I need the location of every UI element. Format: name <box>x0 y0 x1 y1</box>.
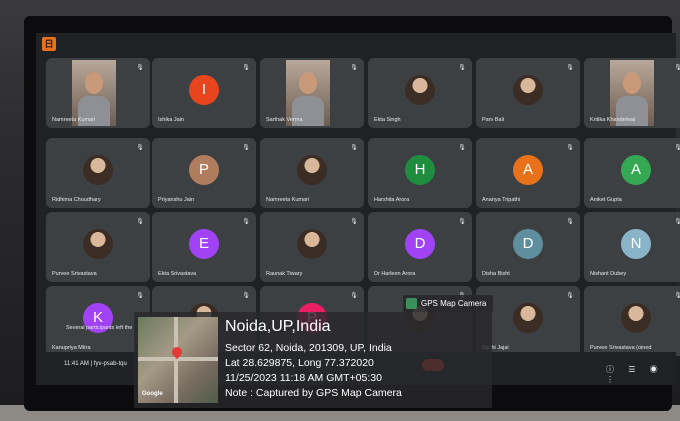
mic-muted-icon: 🎙 <box>350 65 358 71</box>
participant-tile[interactable]: 🎙 Ekta Singh <box>368 58 472 128</box>
mic-muted-icon: 🎙 <box>458 219 466 225</box>
participant-name: Ekta Singh <box>374 117 401 123</box>
participant-name: Kanupriya Mitra <box>52 345 91 351</box>
participant-avatar: H <box>405 154 435 185</box>
participant-tile[interactable]: E 🎙 Ekta Srivastava <box>152 212 256 282</box>
meeting-time-code: 11:41 AM | fyv-psab-tqu <box>64 361 127 367</box>
participant-name: Dr Harleen Arora <box>374 271 416 277</box>
gps-badge-label: GPS Map Camera <box>421 299 487 308</box>
mic-muted-icon: 🎙 <box>350 293 358 299</box>
participant-tile[interactable]: D 🎙 Disha Bisht <box>476 212 580 282</box>
mic-muted-icon: 🎙 <box>674 145 680 151</box>
participant-tile[interactable]: P 🎙 Priyanshu Jain <box>152 138 256 208</box>
gps-location-title: Noida,UP,India <box>225 318 331 335</box>
participant-tile[interactable]: A 🎙 Ananya Tripathi <box>476 138 580 208</box>
participant-tile[interactable]: 🎙 Kritika Khandelwal <box>584 58 680 128</box>
participant-name: Ananya Tripathi <box>482 197 521 203</box>
mic-muted-icon: 🎙 <box>566 145 574 151</box>
participant-tile[interactable]: N 🎙 Nishant Dubey <box>584 212 680 282</box>
participant-photo-avatar <box>621 302 651 333</box>
participant-head <box>623 72 641 94</box>
gps-camera-badge: GPS Map Camera <box>403 295 493 312</box>
participant-name: Purvee Srivastava (oined <box>590 345 652 351</box>
participant-avatar: A <box>621 154 651 185</box>
mic-muted-icon: 🎙 <box>242 219 250 225</box>
participant-photo-avatar <box>405 74 435 105</box>
mic-muted-icon: 🎙 <box>458 145 466 151</box>
participant-name: Ekta Srivastava <box>158 271 197 277</box>
mic-muted-icon: 🎙 <box>674 219 680 225</box>
participant-tile[interactable]: 🎙 Ridhima Choudhary <box>46 138 150 208</box>
mic-muted-icon: 🎙 <box>136 145 144 151</box>
participant-tile[interactable]: 🎙 Namreeta Kumari <box>46 58 150 128</box>
gps-address: Sector 62, Noida, 201309, UP, India <box>225 342 392 354</box>
participant-name: Ishika Jain <box>158 117 184 123</box>
participant-name: Kritika Khandelwal <box>590 117 636 123</box>
mic-muted-icon: 🎙 <box>242 65 250 71</box>
gps-datetime: 11/25/2023 11:18 AM GMT+05:30 <box>225 372 382 384</box>
mic-muted-icon: 🎙 <box>136 65 144 71</box>
participant-tile[interactable]: 🎙 Namreeta Kumari <box>260 138 364 208</box>
participant-avatar: D <box>513 228 543 259</box>
participant-name: Priyanshu Jain <box>158 197 195 203</box>
participant-name: Nishant Dubey <box>590 271 627 277</box>
participant-avatar: D <box>405 228 435 259</box>
participant-name: Ridhima Choudhary <box>52 197 101 203</box>
participant-tile[interactable]: 🎙 Purvee Srivastava <box>46 212 150 282</box>
participant-tile[interactable]: 🎙 Raunak Tiwary <box>260 212 364 282</box>
participant-name: Aniket Gupta <box>590 197 622 203</box>
participant-name: Purvee Srivastava <box>52 271 97 277</box>
participants-left-notice: Several participants left the <box>66 325 133 331</box>
participant-photo-avatar <box>83 228 113 259</box>
participant-name: Sarthak Verma <box>266 117 303 123</box>
gps-note: Note : Captured by GPS Map Camera <box>225 387 402 399</box>
gps-map-thumbnail: Google <box>138 317 218 403</box>
participant-avatar: A <box>513 154 543 185</box>
mic-muted-icon: 🎙 <box>136 293 144 299</box>
participant-name: Namreeta Kumari <box>52 117 96 123</box>
mic-muted-icon: 🎙 <box>674 293 680 299</box>
mic-muted-icon: 🎙 <box>350 219 358 225</box>
mic-muted-icon: 🎙 <box>458 65 466 71</box>
participant-tile[interactable]: 🎙 Parv Bali <box>476 58 580 128</box>
participant-photo-avatar <box>297 154 327 185</box>
mic-muted-icon: 🎙 <box>350 145 358 151</box>
participant-name: Parv Bali <box>482 117 505 123</box>
participant-name: Namreeta Kumari <box>266 197 310 203</box>
mic-muted-icon: 🎙 <box>674 65 680 71</box>
mic-muted-icon: 🎙 <box>566 219 574 225</box>
mic-muted-icon: 🎙 <box>136 219 144 225</box>
participant-tile[interactable]: D 🎙 Dr Harleen Arora <box>368 212 472 282</box>
participant-tile[interactable]: 🎙 Sarthak Verma <box>260 58 364 128</box>
mic-muted-icon: 🎙 <box>242 293 250 299</box>
participant-photo-avatar <box>513 74 543 105</box>
participant-avatar: I <box>189 74 219 105</box>
participant-tile[interactable]: I 🎙 Ishika Jain <box>152 58 256 128</box>
participant-photo-avatar <box>513 302 543 333</box>
bottom-right-controls[interactable]: ⓘ ☰ ◉ ⋮ <box>606 364 680 384</box>
participant-avatar: E <box>189 228 219 259</box>
participant-name: Raunak Tiwary <box>266 271 303 277</box>
mic-muted-icon: 🎙 <box>566 65 574 71</box>
participant-head <box>299 72 317 94</box>
participant-head <box>85 72 103 94</box>
participant-tile[interactable]: H 🎙 Harshita Arora <box>368 138 472 208</box>
participant-avatar: P <box>189 154 219 185</box>
participant-name: Disha Bisht <box>482 271 510 277</box>
participant-photo-avatar <box>83 154 113 185</box>
map-google-mark: Google <box>142 391 163 397</box>
map-road <box>174 317 178 403</box>
mic-muted-icon: 🎙 <box>242 145 250 151</box>
mic-muted-icon: 🎙 <box>566 293 574 299</box>
participant-name: Harshita Arora <box>374 197 410 203</box>
gps-camera-icon <box>406 298 417 309</box>
app-icon[interactable]: 日 <box>42 37 56 51</box>
participant-tile[interactable]: 🎙 Purvee Srivastava (oined <box>584 286 680 356</box>
participant-tile[interactable]: A 🎙 Aniket Gupta <box>584 138 680 208</box>
gps-coordinates: Lat 28.629875, Long 77.372020 <box>225 357 374 369</box>
participant-avatar: N <box>621 228 651 259</box>
participant-photo-avatar <box>297 228 327 259</box>
